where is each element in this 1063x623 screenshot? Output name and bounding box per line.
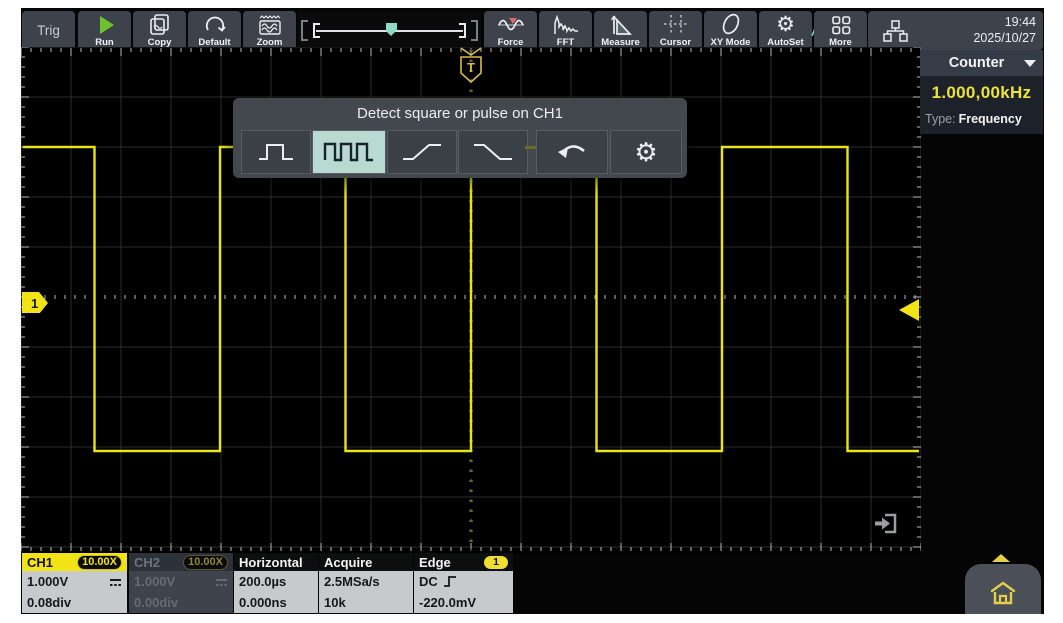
gear-icon: ⚙ [634,137,657,168]
channel1-marker[interactable]: 1 [22,292,48,313]
chevron-down-icon [1024,60,1036,67]
autoset-button[interactable]: ⚙ A AutoSet [759,11,812,50]
measure-triangle-icon [594,13,647,37]
wave-settings-button[interactable]: ⚙ [610,130,682,174]
counter-value: 1.000,00kHz [925,83,1038,103]
falling-ramp-icon [471,139,515,165]
reset-arrow-icon [188,13,241,37]
cursor-button[interactable]: Cursor [649,11,702,50]
falling-ramp-button[interactable] [458,130,528,174]
slider-outer-right-bracket [471,20,478,41]
run-button[interactable]: Run [78,11,131,50]
single-pulse-button[interactable] [241,130,311,174]
collapse-menu-icon[interactable] [873,509,903,537]
copy-button[interactable]: Copy [133,11,186,50]
dc-coupling-icon [109,577,122,587]
square-wave-icon [323,138,375,166]
counter-type-label: Type: [925,112,956,126]
more-grid-icon [814,13,867,37]
clock-date: 2025/10/27 [973,31,1036,47]
svg-text:1: 1 [31,296,38,311]
acquire-label: Acquire [324,555,372,570]
measure-button[interactable]: Measure [594,11,647,50]
rising-ramp-button[interactable] [387,130,457,174]
ch1-offset: 0.08div [27,595,71,610]
acquire-depth: 10k [324,595,346,610]
single-pulse-icon [256,139,296,165]
counter-panel: Counter 1.000,00kHz Type:Frequency [920,50,1043,134]
detect-wave-dialog: Detect square or pulse on CH1 ⚙ [233,98,687,178]
slider-outer-left-bracket [301,20,308,41]
copy-pages-icon [133,13,186,37]
trig-label: Trig [37,23,60,38]
trig-button[interactable]: Trig [22,11,75,50]
ch2-scale: 1.000V [134,574,175,589]
expand-up-icon[interactable] [992,554,1010,562]
ch1-scale: 1.000V [27,574,68,589]
horizontal-label: Horizontal [239,555,303,570]
horizontal-scale: 200.0µs [239,574,286,589]
force-button[interactable]: Force [484,11,537,50]
trigger-level-marker[interactable] [899,299,919,321]
undo-button[interactable] [536,130,608,174]
cursor-crosshair-icon [649,13,702,37]
xy-ellipse-icon [704,13,757,37]
edge-level: -220.0mV [419,595,476,610]
counter-title: Counter [949,55,1005,71]
counter-type-value: Frequency [959,112,1022,126]
clock: 19:44 2025/10/27 [973,15,1036,46]
ch2-probe-badge: 10.00X [183,555,228,570]
slider-position-marker[interactable] [386,23,397,31]
dc-coupling-icon [215,577,228,587]
oscilloscope-app: Trig Run Copy Default Zoom [21,8,1044,614]
autoset-gear-icon: ⚙ A [759,13,812,37]
ch2-status-block[interactable]: CH2 10.00X 1.000V 0.00div [129,553,233,613]
horizontal-position-slider[interactable] [298,11,481,50]
ch1-probe-badge: 10.00X [77,555,122,570]
fft-spectrum-icon [539,13,592,37]
rising-ramp-icon [400,139,444,165]
xy-mode-button[interactable]: XY Mode [704,11,757,50]
zoom-button[interactable]: Zoom [243,11,296,50]
acquire-status-block[interactable]: Acquire 2.5MSa/s 10k [319,553,413,613]
zoom-window-icon [243,13,296,37]
edge-coupling: DC [419,574,438,589]
home-icon[interactable] [989,580,1017,606]
default-button[interactable]: Default [188,11,241,50]
fft-button[interactable]: FFT [539,11,592,50]
ch2-offset: 0.00div [134,595,178,610]
horizontal-delay: 0.000ns [239,595,287,610]
acquire-rate: 2.5MSa/s [324,574,380,589]
ch1-label: CH1 [27,555,53,570]
rising-edge-icon [443,575,457,588]
force-sine-icon [484,13,537,37]
clock-network-panel: 19:44 2025/10/27 [868,11,1043,50]
ch1-status-block[interactable]: CH1 10.00X 1.000V 0.08div [22,553,127,613]
trigger-position-marker[interactable]: T [458,47,484,85]
ch2-label: CH2 [134,555,160,570]
edge-label: Edge [419,555,451,570]
dialog-title: Detect square or pulse on CH1 [233,105,687,122]
counter-header[interactable]: Counter [920,50,1043,76]
edge-source-badge: 1 [484,556,508,569]
svg-text:T: T [467,60,475,75]
network-icon[interactable] [882,19,908,48]
screenshot-page: Trig Run Copy Default Zoom [0,0,1063,623]
more-button[interactable]: More [814,11,867,50]
clock-time: 19:44 [973,15,1036,31]
counter-body: 1.000,00kHz Type:Frequency [920,76,1043,134]
play-icon [78,13,131,37]
undo-icon [554,139,590,165]
waveform-through-gap [525,146,536,149]
edge-trigger-status-block[interactable]: Edge 1 DC -220.0mV [414,553,513,613]
square-wave-button[interactable] [312,130,386,174]
horizontal-status-block[interactable]: Horizontal 200.0µs 0.000ns [234,553,318,613]
